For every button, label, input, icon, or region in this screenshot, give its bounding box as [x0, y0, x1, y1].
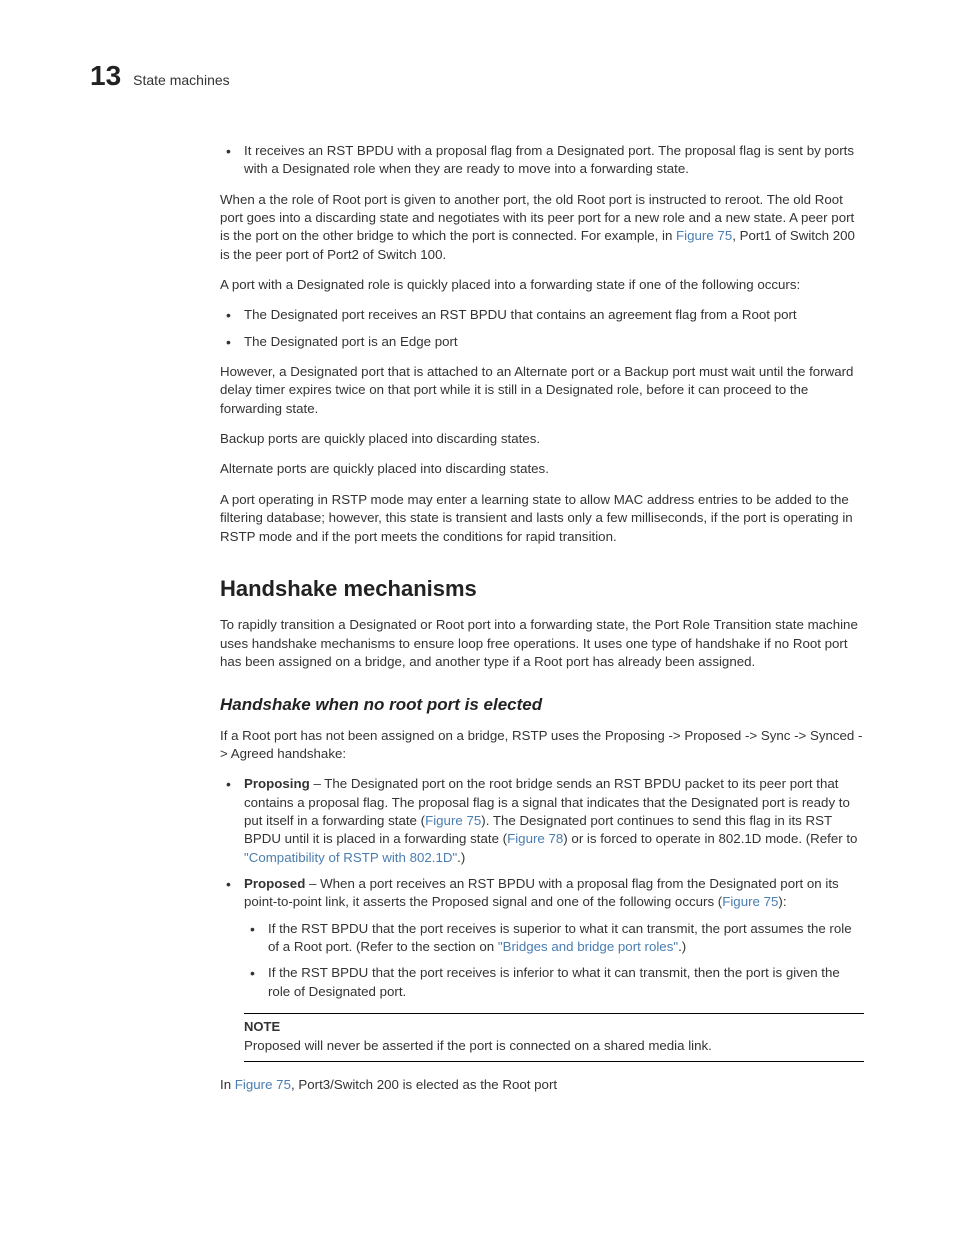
body-text: It receives an RST BPDU with a proposal …: [244, 143, 854, 176]
note-block: NOTE Proposed will never be asserted if …: [244, 1013, 864, 1062]
sub-bullet-list: If the RST BPDU that the port receives i…: [244, 920, 864, 1001]
cross-ref-link[interactable]: "Bridges and bridge port roles": [498, 939, 678, 954]
cross-ref-link[interactable]: "Compatibility of RSTP with 802.1D": [244, 850, 457, 865]
bullet-list: It receives an RST BPDU with a proposal …: [220, 142, 864, 179]
paragraph: When a the role of Root port is given to…: [220, 191, 864, 264]
subsection-heading: Handshake when no root port is elected: [220, 693, 864, 716]
chapter-title: State machines: [133, 72, 230, 88]
list-item: If the RST BPDU that the port receives i…: [244, 920, 864, 957]
paragraph: Backup ports are quickly placed into dis…: [220, 430, 864, 448]
figure-link[interactable]: Figure 75: [676, 228, 732, 243]
body-text: If the RST BPDU that the port receives i…: [268, 965, 840, 998]
section-heading: Handshake mechanisms: [220, 574, 864, 604]
figure-link[interactable]: Figure 75: [722, 894, 778, 909]
paragraph: To rapidly transition a Designated or Ro…: [220, 616, 864, 671]
term-label: Proposed: [244, 876, 305, 891]
body-text: In: [220, 1077, 235, 1092]
list-item: It receives an RST BPDU with a proposal …: [220, 142, 864, 179]
term-label: Proposing: [244, 776, 310, 791]
body-text: .): [457, 850, 465, 865]
list-item: If the RST BPDU that the port receives i…: [244, 964, 864, 1001]
paragraph: A port operating in RSTP mode may enter …: [220, 491, 864, 546]
figure-link[interactable]: Figure 78: [507, 831, 563, 846]
list-item: The Designated port receives an RST BPDU…: [220, 306, 864, 324]
paragraph: Alternate ports are quickly placed into …: [220, 460, 864, 478]
body-text: .): [678, 939, 686, 954]
list-item: Proposed – When a port receives an RST B…: [220, 875, 864, 1001]
list-item: Proposing – The Designated port on the r…: [220, 775, 864, 867]
paragraph: If a Root port has not been assigned on …: [220, 727, 864, 764]
figure-link[interactable]: Figure 75: [425, 813, 481, 828]
paragraph: A port with a Designated role is quickly…: [220, 276, 864, 294]
body-text: The Designated port is an Edge port: [244, 334, 458, 349]
bullet-list: The Designated port receives an RST BPDU…: [220, 306, 864, 351]
body-text: , Port3/Switch 200 is elected as the Roo…: [291, 1077, 557, 1092]
body-text: ) or is forced to operate in 802.1D mode…: [563, 831, 857, 846]
paragraph: However, a Designated port that is attac…: [220, 363, 864, 418]
figure-link[interactable]: Figure 75: [235, 1077, 291, 1092]
bullet-list: Proposing – The Designated port on the r…: [220, 775, 864, 1001]
body-text: ):: [778, 894, 786, 909]
chapter-number: 13: [90, 60, 121, 92]
body-text: The Designated port receives an RST BPDU…: [244, 307, 797, 322]
list-item: The Designated port is an Edge port: [220, 333, 864, 351]
paragraph: In Figure 75, Port3/Switch 200 is electe…: [220, 1076, 864, 1094]
note-body: Proposed will never be asserted if the p…: [244, 1037, 864, 1055]
note-title: NOTE: [244, 1018, 864, 1036]
page-content: It receives an RST BPDU with a proposal …: [220, 142, 864, 1095]
page-header: 13 State machines: [90, 60, 864, 92]
